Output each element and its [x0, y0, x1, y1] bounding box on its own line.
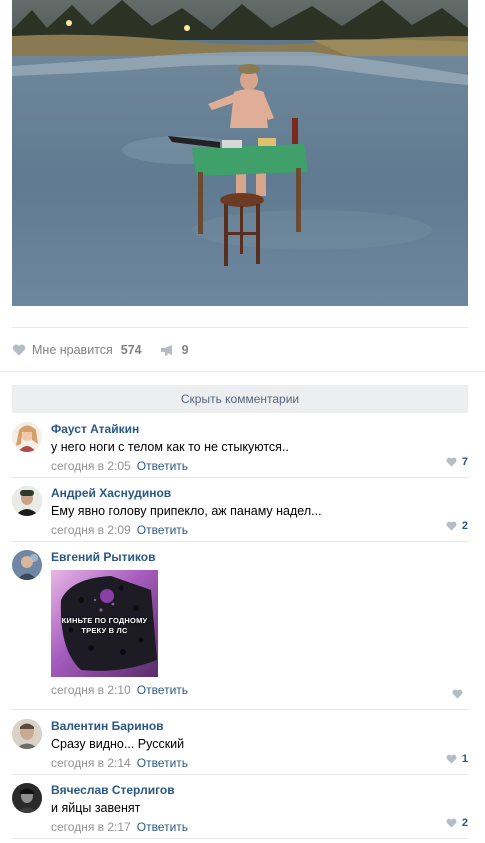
- comment-author[interactable]: Валентин Баринов: [51, 719, 468, 733]
- comment-text: и яйцы завенят: [51, 801, 141, 815]
- divider: [12, 541, 468, 542]
- comment-time[interactable]: сегодня в 2:05: [51, 459, 131, 473]
- heart-icon: [12, 344, 26, 356]
- comment-text: Сразу видно... Русский: [51, 737, 185, 751]
- comment-like-button[interactable]: 2: [446, 817, 468, 829]
- post-actions: Мне нравится 574 9: [12, 340, 207, 360]
- comment-time[interactable]: сегодня в 2:14: [51, 756, 131, 770]
- comment-like-button[interactable]: 1: [446, 753, 468, 765]
- comment-author[interactable]: Фауст Атайкин: [51, 422, 468, 436]
- avatar[interactable]: [12, 422, 42, 452]
- divider: [0, 371, 485, 372]
- share-count: 9: [181, 343, 189, 357]
- comment-like-button[interactable]: [452, 689, 468, 699]
- comment-time[interactable]: сегодня в 2:17: [51, 820, 131, 834]
- comment-like-button[interactable]: 7: [446, 456, 468, 468]
- comment-like-count: 2: [461, 520, 468, 532]
- hide-comments-button[interactable]: Скрыть комментарии: [12, 385, 468, 413]
- divider: [12, 838, 468, 839]
- avatar[interactable]: [12, 783, 42, 813]
- reply-button[interactable]: Ответить: [137, 523, 188, 537]
- comment: Андрей Хаснудинов Ему явно голову припек…: [12, 486, 468, 538]
- comment-author[interactable]: Андрей Хаснудинов: [51, 486, 468, 500]
- like-button[interactable]: Мне нравится 574: [12, 343, 142, 357]
- heart-icon: [452, 689, 463, 699]
- reply-button[interactable]: Ответить: [137, 683, 188, 697]
- reply-button[interactable]: Ответить: [137, 756, 188, 770]
- like-label: Мне нравится: [32, 343, 113, 357]
- divider: [12, 327, 468, 328]
- heart-icon: [446, 521, 457, 531]
- avatar[interactable]: [12, 550, 42, 580]
- divider: [12, 477, 468, 478]
- comment: Евгений Рытиков КИНЬТЕ ПО ГОДНОМУ ТРЕКУ …: [12, 550, 468, 705]
- comment-like-count: 1: [461, 753, 468, 765]
- avatar[interactable]: [12, 719, 42, 749]
- divider: [12, 774, 468, 775]
- comment-author[interactable]: Вячеслав Стерлигов: [51, 783, 468, 797]
- comment-author[interactable]: Евгений Рытиков: [51, 550, 468, 564]
- comment-time[interactable]: сегодня в 2:10: [51, 683, 131, 697]
- comment-time[interactable]: сегодня в 2:09: [51, 523, 131, 537]
- reply-button[interactable]: Ответить: [137, 820, 188, 834]
- reply-button[interactable]: Ответить: [137, 459, 188, 473]
- heart-icon: [446, 457, 457, 467]
- divider: [12, 709, 468, 710]
- like-count: 574: [120, 343, 142, 357]
- comment-text: у него ноги с телом как то не стыкуются.…: [51, 440, 289, 454]
- attachment-caption: КИНЬТЕ ПО ГОДНОМУ ТРЕКУ В ЛС: [61, 616, 148, 635]
- avatar[interactable]: [12, 486, 42, 516]
- heart-icon: [446, 754, 457, 764]
- comment: Фауст Атайкин у него ноги с телом как то…: [12, 422, 468, 474]
- comment: Вячеслав Стерлигов и яйцы завенят сегодн…: [12, 783, 468, 835]
- comment-like-button[interactable]: 2: [446, 520, 468, 532]
- share-button[interactable]: 9: [160, 343, 189, 357]
- comment-like-count: 7: [461, 456, 468, 468]
- comment-text: Ему явно голову припекло, аж панаму наде…: [51, 504, 322, 518]
- comment: Валентин Баринов Сразу видно... Русский …: [12, 719, 468, 771]
- megaphone-icon: [160, 345, 172, 356]
- comment-image-attachment[interactable]: КИНЬТЕ ПО ГОДНОМУ ТРЕКУ В ЛС: [51, 570, 158, 677]
- heart-icon: [446, 818, 457, 828]
- comment-like-count: 2: [461, 817, 468, 829]
- post-photo[interactable]: [12, 0, 468, 306]
